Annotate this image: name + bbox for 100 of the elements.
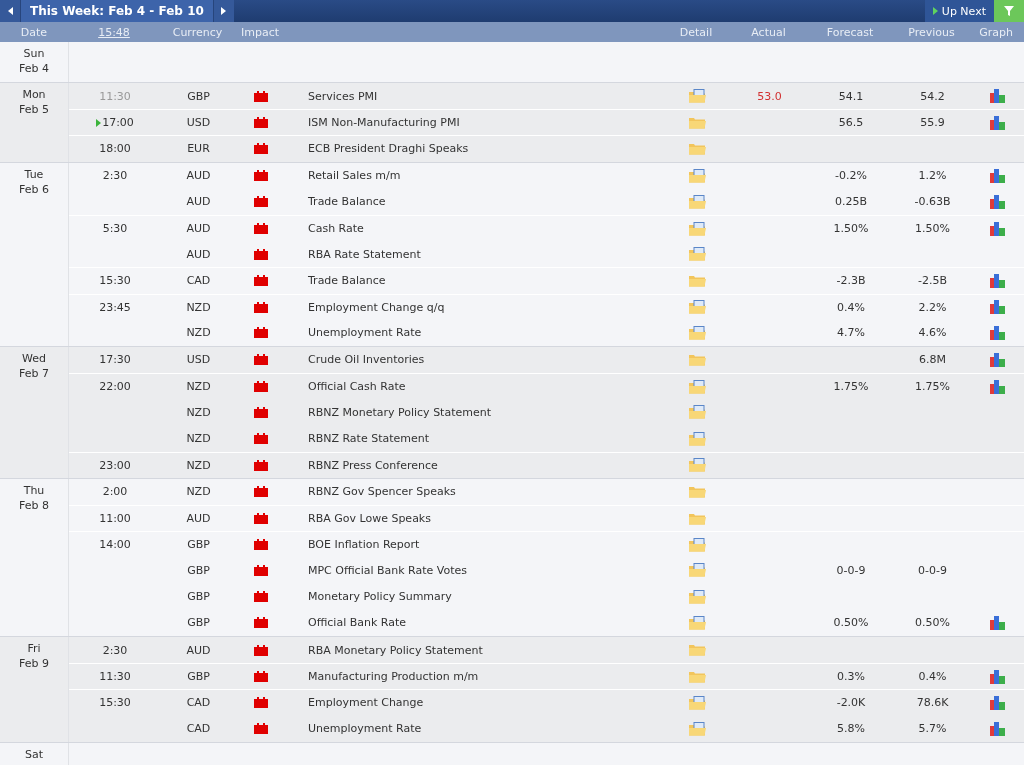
bar-chart-icon[interactable]	[989, 300, 1005, 315]
impact-icon[interactable]	[254, 539, 268, 551]
impact-icon[interactable]	[254, 513, 268, 525]
impact-icon[interactable]	[254, 90, 268, 102]
folder-document-icon[interactable]	[688, 300, 706, 315]
impact-icon[interactable]	[254, 170, 268, 182]
folder-document-icon[interactable]	[688, 589, 706, 604]
previous-value: 1.2%	[918, 169, 947, 183]
impact-icon[interactable]	[254, 248, 268, 260]
event-title[interactable]: Cash Rate	[308, 222, 364, 236]
folder-document-icon[interactable]	[688, 537, 706, 552]
event-title[interactable]: Official Cash Rate	[308, 380, 406, 394]
bar-chart-icon[interactable]	[989, 352, 1005, 367]
bar-chart-icon[interactable]	[989, 221, 1005, 236]
folder-document-icon[interactable]	[688, 563, 706, 578]
event-title[interactable]: RBA Gov Lowe Speaks	[308, 512, 431, 526]
event-title[interactable]: Crude Oil Inventories	[308, 353, 425, 367]
forecast-value: -2.3B	[836, 274, 866, 288]
previous-value: 1.75%	[915, 380, 950, 394]
event-title[interactable]: BOE Inflation Report	[308, 538, 420, 552]
bar-chart-icon[interactable]	[989, 721, 1005, 736]
impact-icon[interactable]	[254, 617, 268, 629]
folder-document-icon[interactable]	[688, 247, 706, 262]
folder-document-icon[interactable]	[688, 168, 706, 183]
bar-chart-icon[interactable]	[989, 115, 1005, 130]
event-title[interactable]: Unemployment Rate	[308, 326, 422, 340]
event-title[interactable]: RBNZ Monetary Policy Statement	[308, 405, 491, 419]
folder-document-icon[interactable]	[688, 458, 706, 473]
event-title[interactable]: Employment Change	[308, 696, 424, 710]
up-next-button[interactable]: Up Next	[924, 0, 994, 22]
next-week-button[interactable]	[213, 0, 234, 22]
impact-icon[interactable]	[254, 433, 268, 445]
impact-icon[interactable]	[254, 564, 268, 576]
event-title[interactable]: ECB President Draghi Speaks	[308, 142, 469, 156]
impact-icon[interactable]	[254, 406, 268, 418]
event-title[interactable]: MPC Official Bank Rate Votes	[308, 563, 468, 577]
column-header: Detail	[678, 25, 714, 39]
impact-icon[interactable]	[254, 381, 268, 393]
event-title[interactable]: RBNZ Gov Spencer Speaks	[308, 485, 456, 499]
currency-code: NZD	[186, 432, 211, 446]
event-title[interactable]: ISM Non-Manufacturing PMI	[308, 116, 460, 130]
impact-icon[interactable]	[254, 697, 268, 709]
currency-code: NZD	[186, 458, 211, 472]
folder-document-icon[interactable]	[688, 221, 706, 236]
folder-document-icon[interactable]	[688, 405, 706, 420]
currency-code: USD	[186, 353, 211, 367]
event-title[interactable]: Unemployment Rate	[308, 722, 422, 736]
event-title[interactable]: Services PMI	[308, 89, 378, 103]
bar-chart-icon[interactable]	[989, 615, 1005, 630]
impact-icon[interactable]	[254, 327, 268, 339]
event-time: 17:30	[99, 353, 131, 367]
previous-week-button[interactable]	[0, 0, 20, 22]
event-title[interactable]: Monetary Policy Summary	[308, 590, 452, 604]
impact-icon[interactable]	[254, 117, 268, 129]
bar-chart-icon[interactable]	[989, 194, 1005, 209]
event-title[interactable]: Trade Balance	[308, 195, 386, 209]
event-title[interactable]: Retail Sales m/m	[308, 169, 401, 183]
impact-icon[interactable]	[254, 644, 268, 656]
event-title[interactable]: Employment Change q/q	[308, 300, 445, 314]
bar-chart-icon[interactable]	[989, 273, 1005, 288]
folder-document-icon[interactable]	[688, 325, 706, 340]
event-title[interactable]: Official Bank Rate	[308, 616, 407, 630]
column-header: Forecast	[825, 25, 875, 39]
event-title[interactable]: RBA Monetary Policy Statement	[308, 643, 483, 657]
bar-chart-icon[interactable]	[989, 325, 1005, 340]
event-time: 14:00	[99, 538, 131, 552]
event-title[interactable]: RBA Rate Statement	[308, 247, 421, 261]
bar-chart-icon[interactable]	[989, 89, 1005, 104]
folder-document-icon[interactable]	[688, 431, 706, 446]
impact-icon[interactable]	[254, 723, 268, 735]
impact-icon[interactable]	[254, 354, 268, 366]
impact-icon[interactable]	[254, 671, 268, 683]
week-tab[interactable]: This Week: Feb 4 - Feb 10	[20, 0, 214, 22]
event-title[interactable]: Manufacturing Production m/m	[308, 670, 479, 684]
impact-icon[interactable]	[254, 459, 268, 471]
folder-document-icon[interactable]	[688, 194, 706, 209]
impact-icon[interactable]	[254, 223, 268, 235]
folder-document-icon[interactable]	[688, 695, 706, 710]
event-title[interactable]: RBNZ Press Conference	[308, 458, 438, 472]
bar-chart-icon[interactable]	[989, 695, 1005, 710]
folder-document-icon[interactable]	[688, 379, 706, 394]
actual-value: 53.0	[757, 89, 782, 103]
folder-document-icon[interactable]	[688, 721, 706, 736]
event-title[interactable]: Trade Balance	[308, 274, 386, 288]
impact-icon[interactable]	[254, 196, 268, 208]
impact-icon[interactable]	[254, 301, 268, 313]
bar-chart-icon[interactable]	[989, 379, 1005, 394]
event-time: 15:30	[99, 274, 131, 288]
currency-code: NZD	[186, 485, 211, 499]
folder-document-icon[interactable]	[688, 615, 706, 630]
folder-document-icon[interactable]	[688, 89, 706, 104]
impact-icon[interactable]	[254, 143, 268, 155]
impact-icon[interactable]	[254, 275, 268, 287]
impact-icon[interactable]	[254, 486, 268, 498]
event-time: 5:30	[102, 222, 128, 236]
currency-code: AUD	[186, 222, 211, 236]
impact-icon[interactable]	[254, 591, 268, 603]
event-title[interactable]: RBNZ Rate Statement	[308, 432, 430, 446]
bar-chart-icon[interactable]	[989, 168, 1005, 183]
bar-chart-icon[interactable]	[989, 669, 1005, 684]
